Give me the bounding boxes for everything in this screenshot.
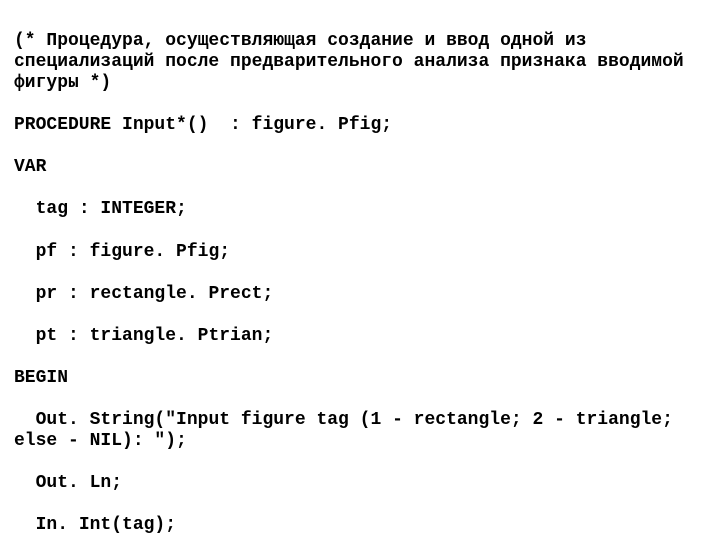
code-line: VAR (14, 157, 706, 178)
code-line: (* Процедура, осуществляющая создание и … (14, 31, 706, 94)
code-listing: (* Процедура, осуществляющая создание и … (0, 0, 720, 540)
code-line: pf : figure. Pfig; (14, 242, 706, 263)
code-line: tag : INTEGER; (14, 199, 706, 220)
code-line: In. Int(tag); (14, 515, 706, 536)
code-line: BEGIN (14, 368, 706, 389)
code-line: PROCEDURE Input*() : figure. Pfig; (14, 115, 706, 136)
code-line: pr : rectangle. Prect; (14, 284, 706, 305)
code-line: Out. Ln; (14, 473, 706, 494)
code-line: pt : triangle. Ptrian; (14, 326, 706, 347)
code-line: Out. String("Input figure tag (1 - recta… (14, 410, 706, 452)
